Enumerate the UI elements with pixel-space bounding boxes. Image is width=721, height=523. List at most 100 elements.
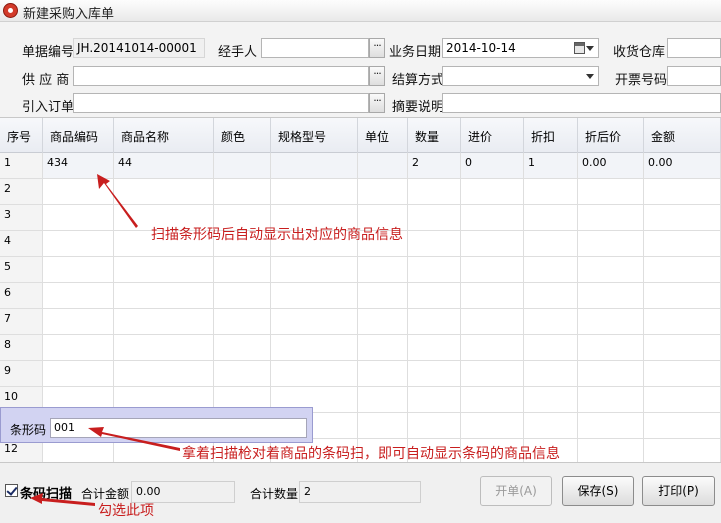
cell-quantity[interactable]	[408, 257, 461, 282]
cell-discounted-price[interactable]	[578, 231, 644, 256]
cell-discounted-price[interactable]	[578, 309, 644, 334]
cell-discount[interactable]	[524, 309, 578, 334]
column-header-row-no[interactable]: 序号	[0, 118, 43, 153]
cell-spec[interactable]	[271, 361, 358, 386]
cell-quantity[interactable]	[408, 283, 461, 308]
supplier-input[interactable]	[73, 66, 369, 86]
table-row[interactable]: 6	[0, 283, 721, 309]
cell-amount[interactable]	[644, 231, 721, 256]
cell-discount[interactable]	[524, 387, 578, 412]
cell-quantity[interactable]	[408, 387, 461, 412]
date-picker[interactable]: 2014-10-14	[442, 38, 599, 58]
column-header-discounted-price[interactable]: 折后价	[578, 118, 644, 153]
cell-amount[interactable]	[644, 335, 721, 360]
cell-purchase-price[interactable]	[461, 335, 524, 360]
cell-color[interactable]	[214, 335, 271, 360]
order-input[interactable]	[73, 93, 369, 113]
cell-product-name[interactable]	[114, 283, 214, 308]
order-browse-button[interactable]: ···	[369, 93, 385, 113]
column-header-discount[interactable]: 折扣	[524, 118, 578, 153]
table-row[interactable]: 1 434 44 2 0 1 0.00 0.00	[0, 153, 721, 179]
cell-unit[interactable]	[358, 413, 408, 438]
cell-unit[interactable]	[358, 153, 408, 178]
table-row[interactable]: 2	[0, 179, 721, 205]
cell-quantity[interactable]	[408, 205, 461, 230]
chevron-down-icon[interactable]	[586, 46, 594, 51]
cell-discounted-price[interactable]	[578, 439, 644, 462]
cell-spec[interactable]	[271, 257, 358, 282]
cell-discount[interactable]	[524, 413, 578, 438]
calendar-icon[interactable]	[574, 42, 585, 54]
cell-discount[interactable]	[524, 283, 578, 308]
cell-unit[interactable]	[358, 179, 408, 204]
cell-discount[interactable]	[524, 179, 578, 204]
cell-spec[interactable]	[271, 283, 358, 308]
cell-product-code[interactable]	[43, 257, 114, 282]
cell-discount[interactable]	[524, 335, 578, 360]
cell-product-code[interactable]	[43, 179, 114, 204]
column-header-quantity[interactable]: 数量	[408, 118, 461, 153]
cell-amount[interactable]	[644, 361, 721, 386]
cell-purchase-price[interactable]	[461, 283, 524, 308]
cell-product-name[interactable]: 44	[114, 153, 214, 178]
cell-color[interactable]	[214, 309, 271, 334]
cell-product-code[interactable]	[43, 335, 114, 360]
cell-purchase-price[interactable]	[461, 231, 524, 256]
cell-quantity[interactable]	[408, 179, 461, 204]
table-row[interactable]: 8	[0, 335, 721, 361]
cell-spec[interactable]	[271, 179, 358, 204]
barcode-scan-label[interactable]: 条码扫描	[20, 483, 72, 502]
cell-color[interactable]	[214, 179, 271, 204]
cell-quantity[interactable]	[408, 231, 461, 256]
cell-unit[interactable]	[358, 257, 408, 282]
cell-product-code[interactable]	[43, 361, 114, 386]
cell-quantity[interactable]	[408, 361, 461, 386]
cell-color[interactable]	[214, 283, 271, 308]
save-button[interactable]: 保存(S)	[562, 476, 634, 506]
cell-color[interactable]	[214, 257, 271, 282]
cell-purchase-price[interactable]	[461, 179, 524, 204]
invoice-input[interactable]	[667, 66, 721, 86]
cell-quantity[interactable]	[408, 309, 461, 334]
cell-amount[interactable]	[644, 283, 721, 308]
cell-amount[interactable]	[644, 205, 721, 230]
column-header-color[interactable]: 颜色	[214, 118, 271, 153]
column-header-product-code[interactable]: 商品编码	[43, 118, 114, 153]
cell-product-code[interactable]	[43, 283, 114, 308]
cell-color[interactable]	[214, 361, 271, 386]
cell-discounted-price[interactable]: 0.00	[578, 153, 644, 178]
cell-spec[interactable]	[271, 309, 358, 334]
cell-purchase-price[interactable]	[461, 257, 524, 282]
chevron-down-icon[interactable]	[586, 74, 594, 79]
cell-amount[interactable]	[644, 413, 721, 438]
cell-product-code[interactable]	[43, 309, 114, 334]
summary-input[interactable]	[442, 93, 721, 113]
cell-discounted-price[interactable]	[578, 387, 644, 412]
cell-quantity[interactable]	[408, 335, 461, 360]
cell-discounted-price[interactable]	[578, 335, 644, 360]
cell-discount[interactable]	[524, 205, 578, 230]
cell-unit[interactable]	[358, 283, 408, 308]
cell-product-code[interactable]	[43, 231, 114, 256]
cell-product-code[interactable]	[43, 205, 114, 230]
cell-purchase-price[interactable]	[461, 387, 524, 412]
table-row[interactable]: 9	[0, 361, 721, 387]
cell-amount[interactable]	[644, 387, 721, 412]
cell-discount[interactable]	[524, 361, 578, 386]
cell-purchase-price[interactable]: 0	[461, 153, 524, 178]
cell-purchase-price[interactable]	[461, 361, 524, 386]
cell-purchase-price[interactable]	[461, 413, 524, 438]
cell-discount[interactable]	[524, 257, 578, 282]
cell-unit[interactable]	[358, 361, 408, 386]
cell-discounted-price[interactable]	[578, 413, 644, 438]
column-header-amount[interactable]: 金额	[644, 118, 721, 153]
cell-quantity[interactable]: 2	[408, 153, 461, 178]
cell-amount[interactable]: 0.00	[644, 153, 721, 178]
cell-product-name[interactable]	[114, 335, 214, 360]
open-button[interactable]: 开单(A)	[480, 476, 552, 506]
warehouse-input[interactable]	[667, 38, 721, 58]
print-button[interactable]: 打印(P)	[642, 476, 715, 506]
column-header-product-name[interactable]: 商品名称	[114, 118, 214, 153]
supplier-browse-button[interactable]: ···	[369, 66, 385, 86]
table-row[interactable]: 5	[0, 257, 721, 283]
